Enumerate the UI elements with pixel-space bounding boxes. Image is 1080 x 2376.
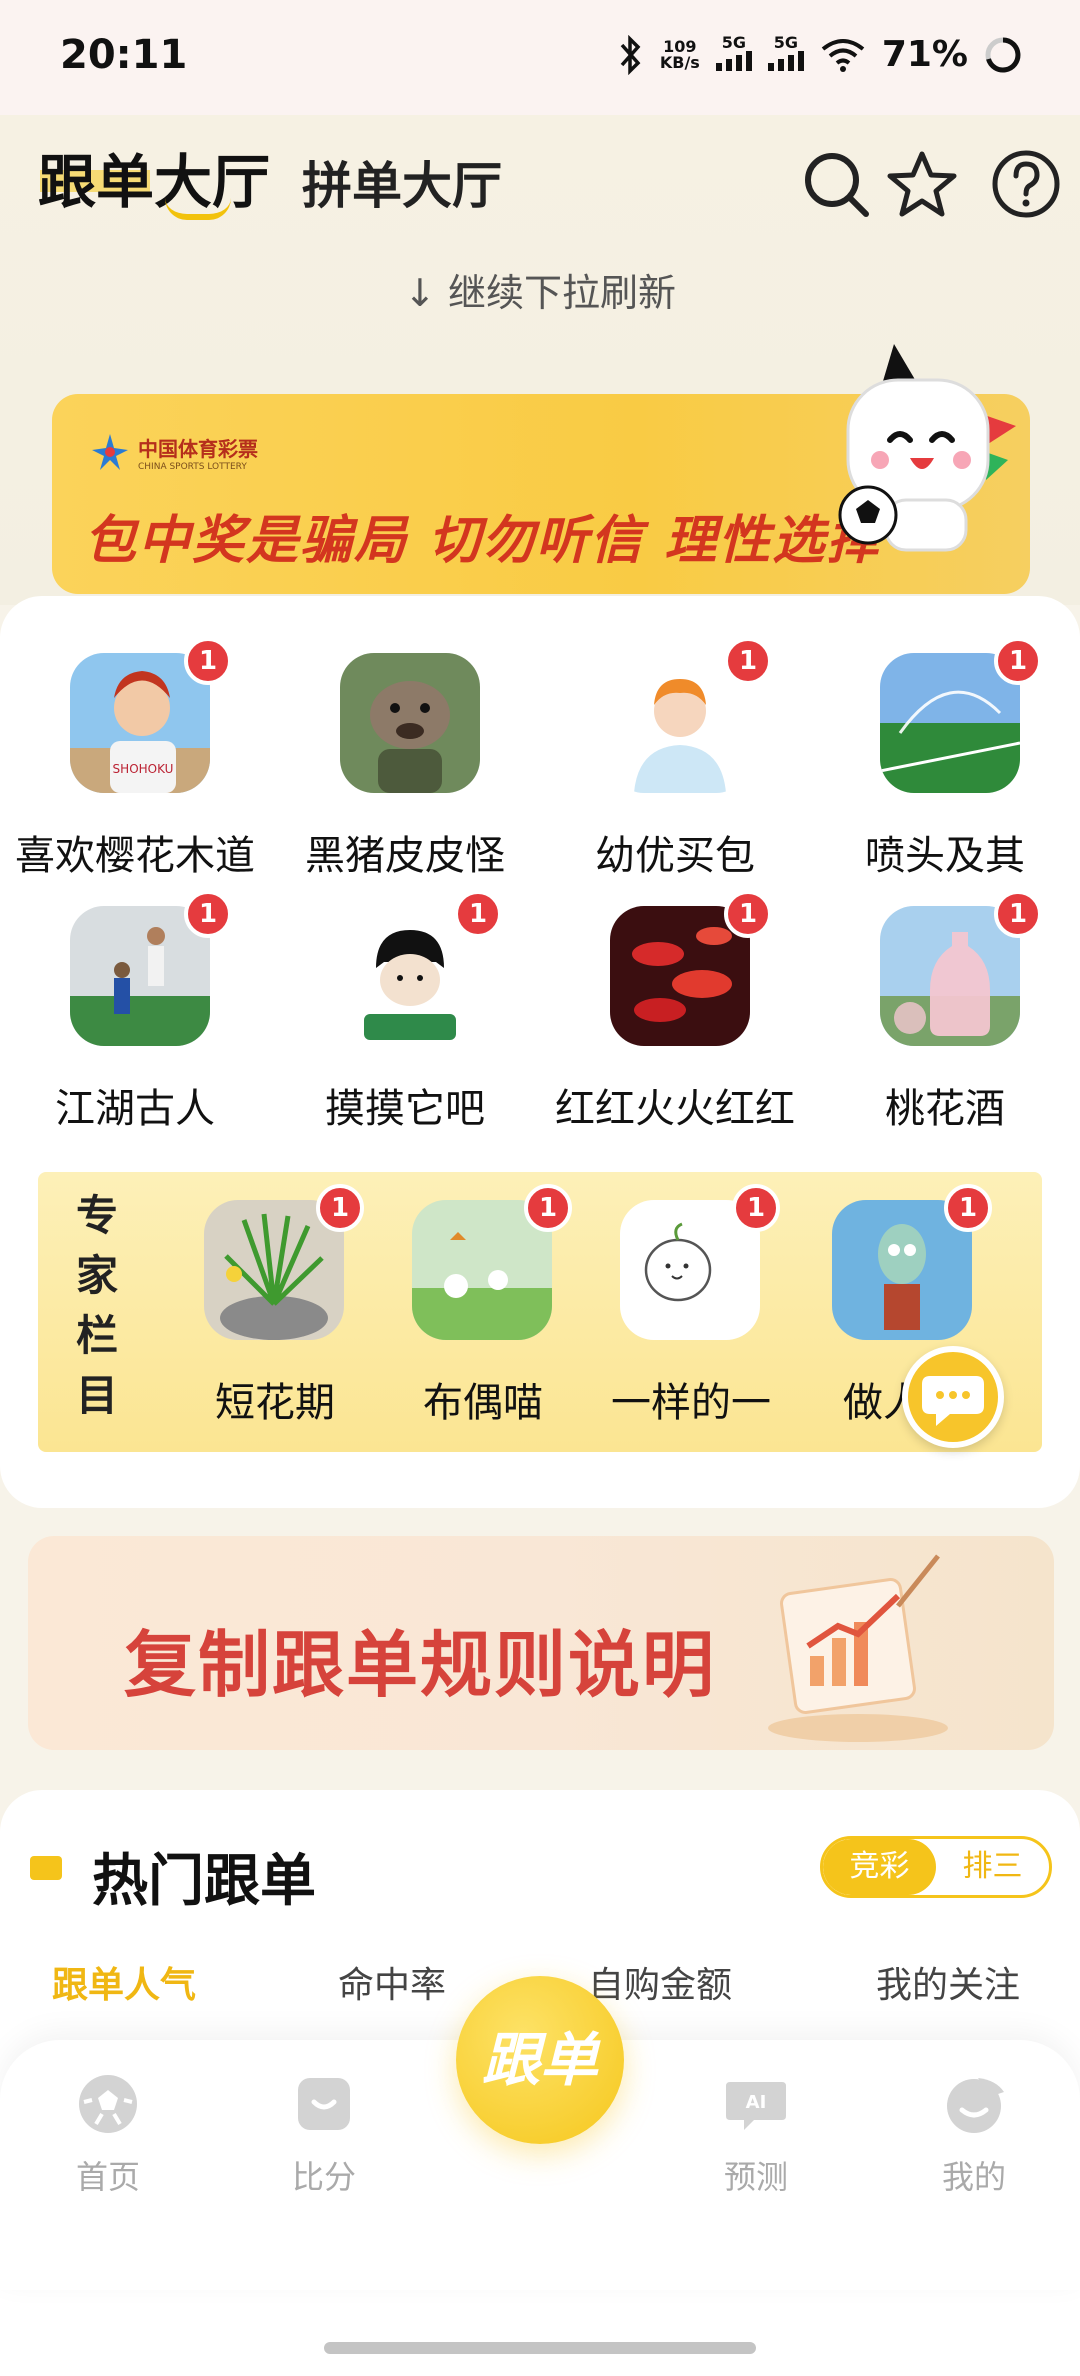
battery-ring-icon xyxy=(985,37,1021,72)
user-item[interactable]: 1 摸摸它吧 xyxy=(270,890,540,1146)
notification-badge: 1 xyxy=(184,890,232,938)
user-name: 摸摸它吧 xyxy=(325,1086,485,1132)
mascot-illustration xyxy=(838,344,1016,552)
sort-tab-my-follow[interactable]: 我的关注 xyxy=(876,1956,1020,2008)
help-icon[interactable] xyxy=(990,148,1062,220)
battery-percent: 71% xyxy=(881,34,968,75)
status-bar: 20:11 109 KB/s 5G 5G 71% xyxy=(0,0,1080,115)
user-item[interactable]: 1 幼优买包 xyxy=(540,637,810,893)
star-icon[interactable] xyxy=(886,148,958,220)
notification-badge: 1 xyxy=(316,1184,364,1232)
user-name: 桃花酒 xyxy=(885,1086,1005,1132)
expert-name: 一样的一 xyxy=(611,1380,771,1426)
user-name: 红红火火红红 xyxy=(555,1086,795,1132)
notification-badge: 1 xyxy=(524,1184,572,1232)
ai-chat-icon: AI xyxy=(726,2082,786,2130)
status-icons: 109 KB/s 5G 5G 71% xyxy=(618,34,1022,75)
chart-illustration xyxy=(768,1554,948,1742)
user-name: 喷头及其 xyxy=(865,833,1025,879)
signal-icon xyxy=(715,51,752,71)
football-icon xyxy=(79,2075,137,2133)
expert-column: 专家栏目 1 短花期 1 布偶喵 1 一样的一 1 做人要 xyxy=(38,1172,1042,1452)
hot-section-title: 热门跟单 xyxy=(92,1849,316,1914)
tab-group-hall[interactable]: 拼单大厅 xyxy=(302,146,502,218)
nav-follow-center-button[interactable]: 跟单 xyxy=(456,1976,624,2144)
status-time: 20:11 xyxy=(60,32,188,78)
nav-score[interactable]: 比分 xyxy=(254,2072,394,2198)
notification-badge: 1 xyxy=(454,890,502,938)
user-item[interactable]: 黑猪皮皮怪 xyxy=(270,653,540,893)
svg-text:AI: AI xyxy=(746,2092,767,2113)
user-name: 喜欢樱花木道 xyxy=(15,833,255,879)
signal-5g-2: 5G xyxy=(767,35,804,74)
notification-badge: 1 xyxy=(994,637,1042,685)
user-item[interactable]: SHOHOKU 1 喜欢樱花木道 xyxy=(0,637,270,893)
pull-refresh-hint: ↓ 继续下拉刷新 xyxy=(404,271,676,315)
sort-tab-popularity[interactable]: 跟单人气 xyxy=(52,1956,196,2008)
nav-home[interactable]: 首页 xyxy=(38,2072,178,2198)
user-item[interactable]: 1 喷头及其 xyxy=(810,637,1080,893)
search-icon[interactable] xyxy=(800,148,872,220)
expert-item[interactable]: 1 布偶喵 xyxy=(378,1172,588,1432)
notification-badge: 1 xyxy=(724,637,772,685)
tab-follow-hall[interactable]: 跟单大厅 xyxy=(38,135,270,219)
net-speed: 109 KB/s xyxy=(659,36,700,72)
banner-slogan: 包中奖是骗局 切勿听信 理性选择 xyxy=(84,511,881,571)
home-indicator[interactable] xyxy=(324,2342,756,2354)
user-name: 幼优买包 xyxy=(595,833,755,879)
copy-rules-banner[interactable]: 复制跟单规则说明 xyxy=(28,1536,1054,1750)
lottery-star-icon xyxy=(92,434,128,470)
expert-name: 布偶喵 xyxy=(423,1380,543,1426)
score-bag-icon xyxy=(298,2078,350,2130)
nav-predict[interactable]: AI 预测 xyxy=(686,2072,826,2198)
svg-text:SHOHOKU: SHOHOKU xyxy=(113,762,174,776)
notification-badge: 1 xyxy=(994,890,1042,938)
notification-badge: 1 xyxy=(944,1184,992,1232)
chat-fab-button[interactable] xyxy=(902,1346,1004,1448)
user-name: 黑猪皮皮怪 xyxy=(305,833,505,879)
notification-badge: 1 xyxy=(732,1184,780,1232)
segment-paisan[interactable]: 排三 xyxy=(936,1839,1049,1895)
expert-item[interactable]: 1 一样的一 xyxy=(586,1172,796,1432)
expert-item[interactable]: 1 短花期 xyxy=(170,1172,380,1432)
user-item[interactable]: 1 桃花酒 xyxy=(810,890,1080,1146)
sort-tab-hit-rate[interactable]: 命中率 xyxy=(338,1956,446,2008)
sort-tab-self-amount[interactable]: 自购金额 xyxy=(588,1956,732,2008)
segment-jingcai[interactable]: 竞彩 xyxy=(823,1839,936,1895)
wifi-icon xyxy=(821,38,865,72)
avatar xyxy=(340,653,480,793)
lottery-logo: 中国体育彩票 CHINA SPORTS LOTTERY xyxy=(90,432,258,472)
copy-rules-text: 复制跟单规则说明 xyxy=(124,1623,717,1707)
section-marker xyxy=(30,1856,62,1880)
user-item[interactable]: 1 江湖古人 xyxy=(0,890,270,1146)
notification-badge: 1 xyxy=(724,890,772,938)
profile-icon xyxy=(947,2078,1004,2133)
expert-column-label: 专家栏目 xyxy=(76,1191,119,1420)
expert-name: 短花期 xyxy=(215,1380,335,1426)
arrow-down-icon: ↓ xyxy=(404,271,436,315)
user-item[interactable]: 1 红红火火红红 xyxy=(540,890,810,1146)
lottery-type-segment: 竞彩 排三 xyxy=(820,1836,1052,1898)
signal-5g-1: 5G xyxy=(715,35,752,74)
user-name: 江湖古人 xyxy=(55,1086,215,1132)
bluetooth-icon xyxy=(620,34,641,75)
chat-icon xyxy=(922,1376,984,1426)
signal-icon xyxy=(767,51,804,71)
nav-mine[interactable]: 我的 xyxy=(904,2072,1044,2198)
notification-badge: 1 xyxy=(184,637,232,685)
